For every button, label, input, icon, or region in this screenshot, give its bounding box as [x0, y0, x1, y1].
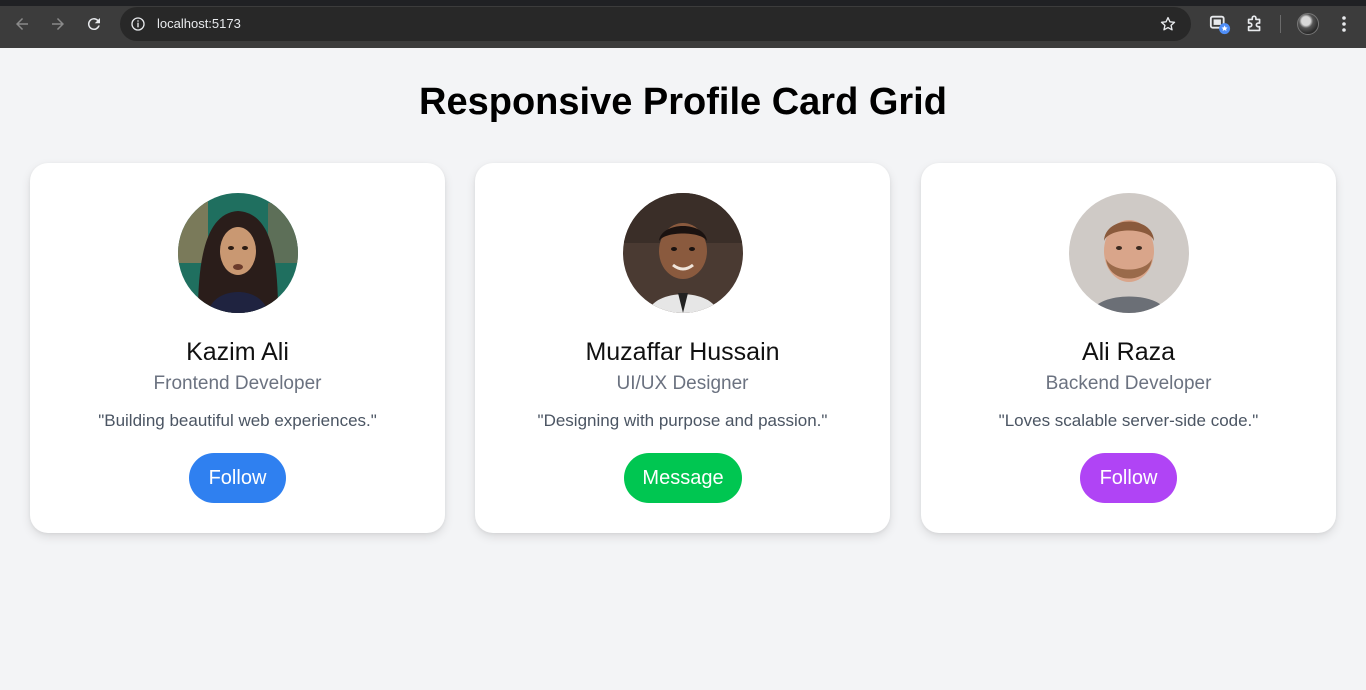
bookmark-star-icon[interactable]: [1159, 15, 1177, 33]
puzzle-extensions-icon[interactable]: [1244, 13, 1266, 35]
toolbar-divider: [1280, 15, 1281, 33]
profile-name: Muzaffar Hussain: [585, 338, 780, 366]
profile-card: Kazim Ali Frontend Developer "Building b…: [30, 163, 445, 533]
profile-quote: "Building beautiful web experiences.": [98, 411, 377, 430]
profile-name: Ali Raza: [1081, 338, 1176, 366]
address-bar[interactable]: localhost:5173: [120, 7, 1191, 41]
back-arrow-icon[interactable]: [10, 12, 34, 36]
profile-name: Kazim Ali: [186, 338, 289, 366]
follow-button[interactable]: Follow: [189, 453, 286, 503]
profile-photo: [623, 193, 743, 313]
tab-strip-edge: [0, 0, 1366, 6]
profile-quote: "Loves scalable server-side code.": [998, 411, 1259, 430]
profile-role: Frontend Developer: [153, 373, 322, 394]
browser-toolbar: localhost:5173: [0, 0, 1366, 48]
profile-photo: [178, 193, 298, 313]
profile-card-grid: Kazim Ali Frontend Developer "Building b…: [30, 163, 1336, 533]
profile-quote: "Designing with purpose and passion.": [537, 411, 828, 430]
profile-role: Backend Developer: [1045, 373, 1212, 394]
profile-role: UI/UX Designer: [616, 373, 749, 394]
profile-card: Ali Raza Backend Developer "Loves scalab…: [921, 163, 1336, 533]
page-title: Responsive Profile Card Grid: [419, 81, 947, 123]
url-text[interactable]: localhost:5173: [157, 15, 241, 33]
follow-button[interactable]: Follow: [1080, 453, 1177, 503]
profile-photo: [1069, 193, 1189, 313]
message-button[interactable]: Message: [624, 453, 742, 503]
forward-arrow-icon[interactable]: [46, 12, 70, 36]
more-menu-icon[interactable]: [1336, 14, 1352, 34]
profile-avatar[interactable]: [1297, 13, 1319, 35]
extension-badge-icon[interactable]: [1209, 13, 1231, 35]
site-info-icon[interactable]: [130, 16, 146, 32]
profile-card: Muzaffar Hussain UI/UX Designer "Designi…: [475, 163, 890, 533]
reload-icon[interactable]: [82, 12, 106, 36]
